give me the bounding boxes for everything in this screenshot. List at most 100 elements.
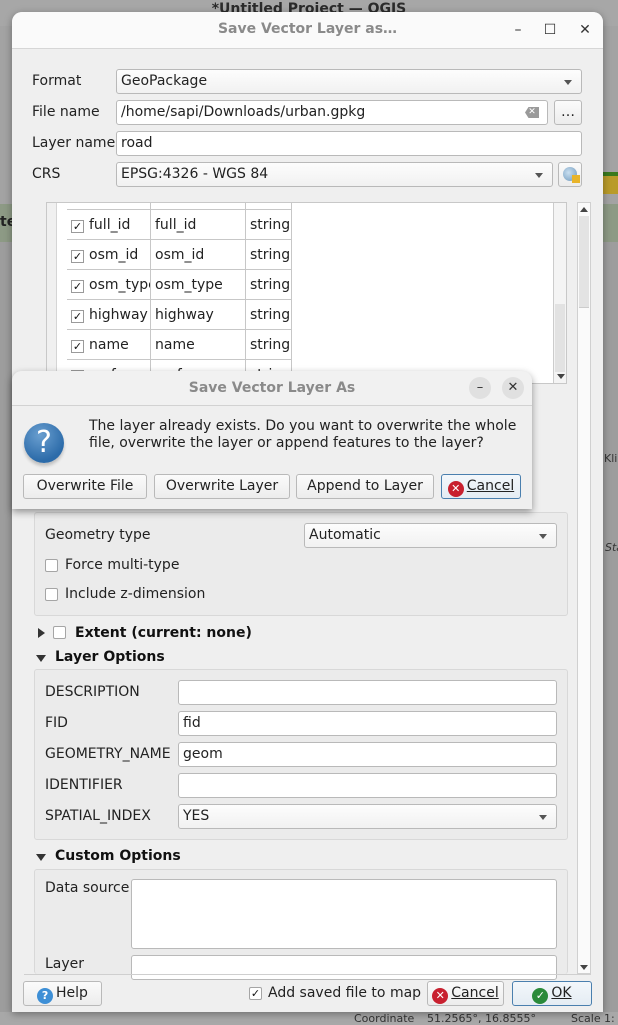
geometry-name-input[interactable]: geom [178,742,557,767]
minimize-button[interactable]: – [508,20,528,40]
dialog-titlebar[interactable]: Save Vector Layer as… – ☐ ✕ [12,12,603,49]
field-checkbox[interactable]: ✓ [71,280,84,293]
chevron-down-icon [535,173,543,178]
layer-label: Layer [45,956,85,972]
format-combobox[interactable]: GeoPackage [116,69,582,94]
clear-icon[interactable]: ✕ [525,107,539,118]
format-value: GeoPackage [121,73,208,89]
export-name-cell[interactable]: osm_id [151,240,246,270]
scroll-down-icon[interactable] [580,965,588,970]
geometry-type-value: Automatic [309,527,381,543]
type-cell: string [246,210,292,240]
close-button[interactable]: ✕ [575,20,595,40]
description-input[interactable] [178,680,557,705]
plugin-icon [603,172,618,194]
add-to-map-checkbox[interactable]: ✓ [249,987,262,1000]
crs-value: EPSG:4326 - WGS 84 [121,166,269,182]
type-cell: string [246,330,292,360]
cancel-icon: ✕ [432,988,449,1004]
edit-icon [572,175,580,183]
collapse-icon[interactable] [36,655,46,662]
geometry-type-combobox[interactable]: Automatic [304,523,557,548]
identifier-input[interactable] [178,773,557,798]
field-checkbox[interactable]: ✓ [71,310,84,323]
format-label: Format [32,73,82,89]
dialog-scrollbar-thumb[interactable] [579,216,589,308]
field-name-cell[interactable]: ✓ highway [67,300,151,330]
overwrite-file-button[interactable]: Overwrite File [23,474,147,499]
append-to-layer-button[interactable]: Append to Layer [296,474,434,499]
scroll-up-icon[interactable] [580,207,588,212]
cancel-button[interactable]: ✕ Cancel [427,981,504,1006]
field-checkbox[interactable]: ✓ [71,220,84,233]
export-name-cell[interactable]: full_id [151,210,246,240]
chevron-down-icon [539,815,547,820]
scale-value[interactable]: 1: [604,1012,615,1025]
geometry-type-label: Geometry type [45,527,151,543]
chevron-down-icon [539,534,547,539]
option-label: IDENTIFIER [45,777,123,793]
export-name-cell[interactable]: highway [151,300,246,330]
field-checkbox[interactable]: ✓ [71,340,84,353]
coordinate-label: Coordinate [354,1012,415,1025]
fields-table[interactable]: ✓ full_id full_id string ✓ osm_id osm_id string… [46,202,567,384]
file-name-value: /home/sapi/Downloads/urban.gpkg [121,104,366,120]
crs-combobox[interactable]: EPSG:4326 - WGS 84 [116,162,553,187]
message-titlebar[interactable]: Save Vector Layer As – ✕ [12,371,532,406]
chevron-down-icon [564,80,572,85]
option-label: SPATIAL_INDEX [45,808,151,824]
close-button[interactable]: ✕ [502,377,524,399]
extent-section-title[interactable]: Extent (current: none) [75,625,252,641]
force-multi-type-checkbox[interactable] [45,559,58,572]
table-scrollbar[interactable] [553,203,566,383]
extent-checkbox[interactable] [53,626,66,639]
file-name-label: File name [32,104,100,120]
file-name-input[interactable]: /home/sapi/Downloads/urban.gpkg ✕ [116,100,548,125]
question-icon: ? [24,423,64,463]
field-checkbox[interactable]: ✓ [71,250,84,263]
select-crs-button[interactable] [558,162,582,187]
ok-button[interactable]: ✓ OK [512,981,592,1006]
custom-options-group: Data source Layer [34,869,568,980]
expand-icon[interactable] [38,628,45,638]
overwrite-confirm-dialog: Save Vector Layer As – ✕ ? The layer alr… [12,371,532,509]
add-to-map-label: Add saved file to map [268,985,422,1001]
save-vector-layer-dialog: Save Vector Layer as… – ☐ ✕ Format GeoPa… [12,12,603,1012]
message-text: The layer already exists. Do you want to… [89,418,517,451]
coordinate-value[interactable]: 51.2565°, 16.8555° [427,1012,536,1025]
maximize-button[interactable]: ☐ [540,20,560,40]
spatial-index-combobox[interactable]: YES [178,804,557,829]
field-name-cell[interactable]: ✓ osm_type [67,270,151,300]
layer-options-group: DESCRIPTION FID fid GEOMETRY_NAME geom I… [34,669,568,840]
field-name-cell[interactable]: ✓ osm_id [67,240,151,270]
table-scrollbar-thumb[interactable] [555,304,565,372]
dialog-scrollbar[interactable] [577,202,591,974]
collapse-icon[interactable] [36,854,46,861]
fid-input[interactable]: fid [178,711,557,736]
crs-label: CRS [32,166,61,182]
scroll-down-icon[interactable] [557,374,565,379]
field-name-cell[interactable]: ✓ full_id [67,210,151,240]
custom-options-title[interactable]: Custom Options [55,848,181,864]
help-icon: ? [37,988,54,1004]
data-source-textarea[interactable] [131,879,557,949]
data-source-label: Data source [45,880,130,896]
cancel-icon: ✕ [447,481,464,497]
type-cell: string [246,240,292,270]
cancel-button[interactable]: ✕ Cancel [441,474,521,499]
overwrite-layer-button[interactable]: Overwrite Layer [154,474,290,499]
layer-textarea[interactable] [131,955,557,980]
export-name-cell[interactable]: name [151,330,246,360]
message-title: Save Vector Layer As [188,380,356,396]
include-z-checkbox[interactable] [45,588,58,601]
help-button[interactable]: ? Help [23,981,102,1006]
field-name-cell[interactable]: ✓ name [67,330,151,360]
map-label: Sta [605,541,618,554]
browse-button[interactable]: … [554,100,582,125]
layer-name-input[interactable]: road [116,131,582,156]
option-label: GEOMETRY_NAME [45,746,171,762]
map-label: Klic [604,452,618,465]
layer-options-title[interactable]: Layer Options [55,649,165,665]
export-name-cell[interactable]: osm_type [151,270,246,300]
minimize-button[interactable]: – [469,377,491,399]
